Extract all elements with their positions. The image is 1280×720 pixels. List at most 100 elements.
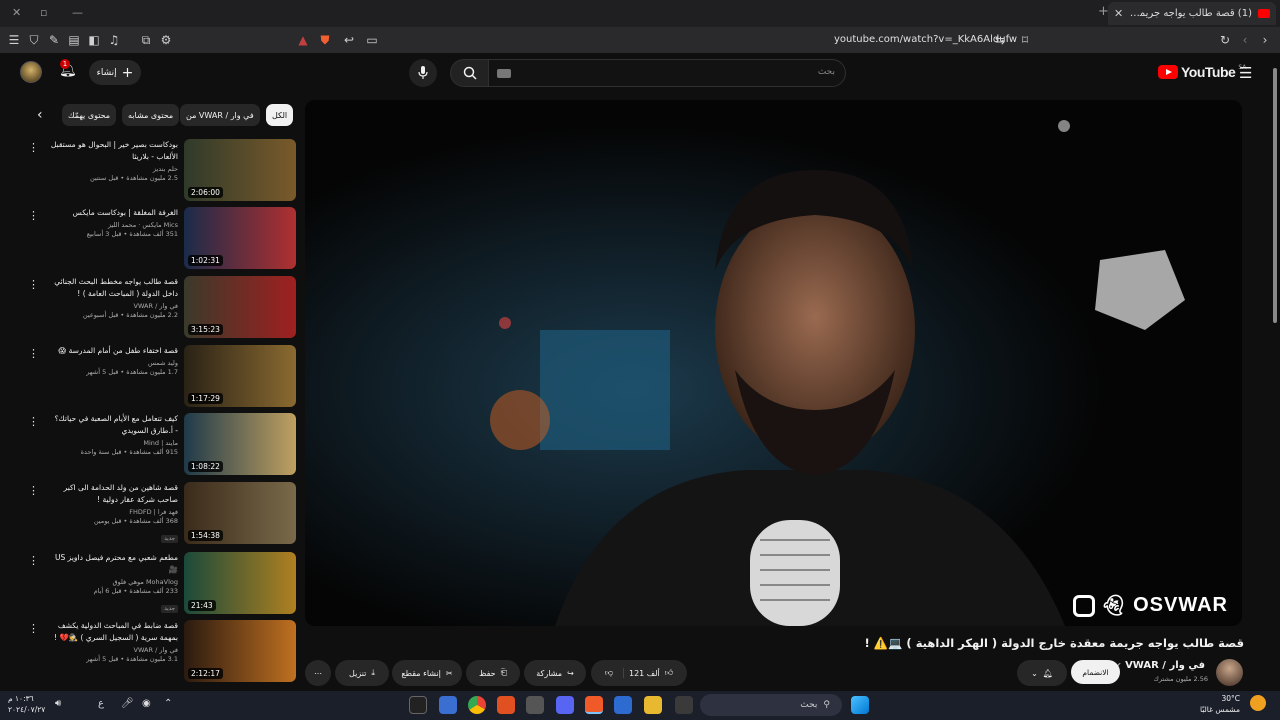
more-actions-icon[interactable]: ⋮ — [28, 622, 39, 635]
brave-shield-icon[interactable]: ⛊ — [317, 32, 333, 48]
video-thumbnail[interactable]: 1:54:38 — [184, 482, 296, 544]
share-button[interactable]: مشاركة ↪ — [524, 660, 586, 686]
more-actions-icon[interactable]: ⋮ — [28, 347, 39, 360]
list-item[interactable]: 1:08:22 ⋮ كيف تتعامل مع الأيام الصعبة في… — [20, 413, 296, 477]
tabs-icon[interactable]: ▤ — [66, 32, 82, 48]
subscription-notifications-button[interactable]: ⌄ 🔔︎ — [1017, 660, 1067, 686]
youtube-logo[interactable]: YouTube SA — [1158, 64, 1246, 80]
channel-name[interactable]: فهد فرا | FHDFD — [50, 508, 178, 516]
chip-similar[interactable]: محتوى مشابه — [122, 104, 180, 126]
volume-icon[interactable]: 🔊︎ — [55, 698, 61, 709]
shield-icon[interactable]: ⛉ — [26, 32, 42, 48]
store-icon[interactable] — [614, 696, 632, 714]
search-input[interactable]: بحث — [488, 59, 846, 87]
channel-name[interactable]: في وار / VWAR — [50, 646, 178, 654]
reload-icon[interactable]: ↻ — [1217, 32, 1233, 48]
video-title[interactable]: كيف تتعامل مع الأيام الصعبة في حياتك؟ - … — [50, 413, 178, 437]
scrollbar-thumb[interactable] — [1273, 68, 1277, 323]
guide-menu-icon[interactable]: ☰ — [1239, 64, 1252, 82]
back-icon[interactable]: › — [1257, 32, 1273, 48]
video-thumbnail[interactable]: 2:06:00 — [184, 139, 296, 201]
brave-rewards-icon[interactable]: ▲ — [295, 32, 311, 48]
minimize-window-icon[interactable]: — — [72, 6, 83, 19]
address-bar-url[interactable]: youtube.com/watch?v=_KkA6Aldufw — [834, 34, 1017, 45]
more-actions-icon[interactable]: ⋮ — [28, 484, 39, 497]
like-button-icon[interactable]: 👍︎ — [665, 668, 673, 678]
channel-name[interactable]: حلم بنديز — [50, 165, 178, 173]
download-button[interactable]: تنزيل ⤓ — [335, 660, 389, 686]
video-thumbnail[interactable]: 1:02:31 — [184, 207, 296, 269]
brave-taskbar-icon[interactable] — [585, 696, 603, 714]
tray-app-icon[interactable]: ◉ — [142, 698, 151, 709]
game-icon[interactable] — [497, 696, 515, 714]
search-button[interactable] — [450, 59, 490, 87]
microphone-icon[interactable]: 🎤︎ — [121, 698, 134, 709]
more-actions-icon[interactable]: ⋮ — [28, 415, 39, 428]
video-title[interactable]: قصة طالب يواجه مخطط البحث الجنائي داخل ا… — [50, 276, 178, 300]
cast-icon[interactable]: ▭ — [364, 32, 380, 48]
chrome-icon[interactable] — [468, 696, 486, 714]
taskbar-weather[interactable]: 30°C مشمس غالبًا — [1200, 693, 1240, 715]
video-thumbnail[interactable]: 3:15:23 — [184, 276, 296, 338]
channel-name[interactable]: وليد شمس — [50, 359, 178, 367]
video-title[interactable]: مطعم شعبي مع محترم فيصل داويز US 🎥 — [50, 552, 178, 576]
discord-icon[interactable] — [556, 696, 574, 714]
channel-name[interactable]: Mics مايكس · محمد الليز — [50, 221, 178, 229]
close-tab-icon[interactable]: ✕ — [1114, 7, 1123, 20]
input-language[interactable]: ع — [98, 698, 104, 709]
video-title[interactable]: قصة اختفاء طفل من أمام المدرسة 😱 — [50, 345, 178, 357]
chip-all[interactable]: الكل — [266, 104, 294, 126]
save-button[interactable]: حفظ ⎗ — [466, 660, 520, 686]
menu-icon[interactable]: ☰ — [6, 32, 22, 48]
join-button[interactable]: الانضمام — [1071, 660, 1120, 684]
bookmark-icon[interactable]: ⌑ — [1017, 32, 1033, 48]
channel-name[interactable]: مايند | Mind — [50, 439, 178, 447]
list-item[interactable]: 3:15:23 ⋮ قصة طالب يواجه مخطط البحث الجن… — [20, 276, 296, 340]
epic-games-icon[interactable] — [409, 696, 427, 714]
list-item[interactable]: 1:54:38 ⋮ قصة شاهين من ولد الحدامة الى ا… — [20, 482, 296, 546]
maximize-window-icon[interactable]: ▫ — [40, 6, 47, 19]
music-icon[interactable]: ♫ — [106, 32, 122, 48]
video-thumbnail[interactable]: 2:12:17 — [184, 620, 296, 682]
steam-icon[interactable] — [526, 696, 544, 714]
taskbar-clock[interactable]: ١٠:٣٦ م ٢٠٢٤/٠٧/٢٧ — [8, 693, 45, 715]
list-item[interactable]: 2:12:17 ⋮ قصة ضابط في المباحث الدولية يك… — [20, 620, 296, 682]
tray-overflow-icon[interactable]: ⌃ — [164, 698, 172, 709]
chip-from-channel[interactable]: من VWAR / في وار — [180, 104, 260, 126]
more-actions-icon[interactable]: ⋮ — [28, 141, 39, 154]
chip-interest[interactable]: محتوى يهمّك — [62, 104, 117, 126]
settings-icon[interactable]: ⚙ — [158, 32, 174, 48]
more-actions-icon[interactable]: ⋮ — [28, 209, 39, 222]
site-settings-icon[interactable]: ⇆ — [992, 32, 1008, 48]
forward-icon[interactable]: ‹ — [1237, 32, 1253, 48]
list-item[interactable]: 2:06:00 ⋮ بودكاست بصير خير | البحوال هو … — [20, 139, 296, 203]
page-scrollbar[interactable] — [1272, 58, 1278, 698]
sidebar-icon[interactable]: ◧ — [86, 32, 102, 48]
video-thumbnail[interactable]: 1:08:22 — [184, 413, 296, 475]
file-explorer-icon[interactable] — [644, 696, 662, 714]
windows-start-icon[interactable] — [851, 696, 869, 714]
list-item[interactable]: 1:02:31 ⋮ الغرفة المغلقة | بودكاست مايكس… — [20, 207, 296, 271]
video-title[interactable]: بودكاست بصير خير | البحوال هو مستقبل الأ… — [50, 139, 178, 163]
channel-name[interactable]: MohaVlog موهي فلوق — [50, 578, 178, 586]
create-button[interactable]: إنشاء + — [89, 60, 141, 85]
more-actions-icon[interactable]: ⋮ — [28, 554, 39, 567]
list-item[interactable]: 1:17:29 ⋮ قصة اختفاء طفل من أمام المدرسة… — [20, 345, 296, 409]
share-page-icon[interactable]: ↩ — [341, 32, 357, 48]
close-window-icon[interactable]: ✕ — [12, 6, 21, 19]
screenshot-icon[interactable]: ⧉ — [138, 32, 154, 48]
taskbar-search[interactable]: بحث ⚲ — [700, 694, 842, 716]
video-player[interactable]: 👻︎ OSVWAR — [305, 100, 1242, 626]
more-actions-icon[interactable]: ⋮ — [28, 278, 39, 291]
more-actions-button[interactable]: ⋯ — [305, 660, 331, 686]
account-avatar[interactable] — [20, 61, 42, 83]
browser-tab[interactable]: (1) قصة طالب يواجه جريمة معـ ✕ — [1108, 2, 1276, 25]
clip-button[interactable]: إنشاء مقطع ✂ — [392, 660, 462, 686]
video-title[interactable]: الغرفة المغلقة | بودكاست مايكس — [50, 207, 178, 219]
channel-avatar[interactable] — [1216, 659, 1243, 686]
notifications-bell-icon[interactable]: 🔔︎ 1 — [59, 59, 77, 78]
list-item[interactable]: 21:43 ⋮ مطعم شعبي مع محترم فيصل داويز US… — [20, 552, 296, 616]
taskview-icon[interactable] — [675, 696, 693, 714]
video-title[interactable]: قصة ضابط في المباحث الدولية يكشف بمهمة س… — [50, 620, 178, 644]
voice-search-icon[interactable] — [409, 59, 437, 87]
